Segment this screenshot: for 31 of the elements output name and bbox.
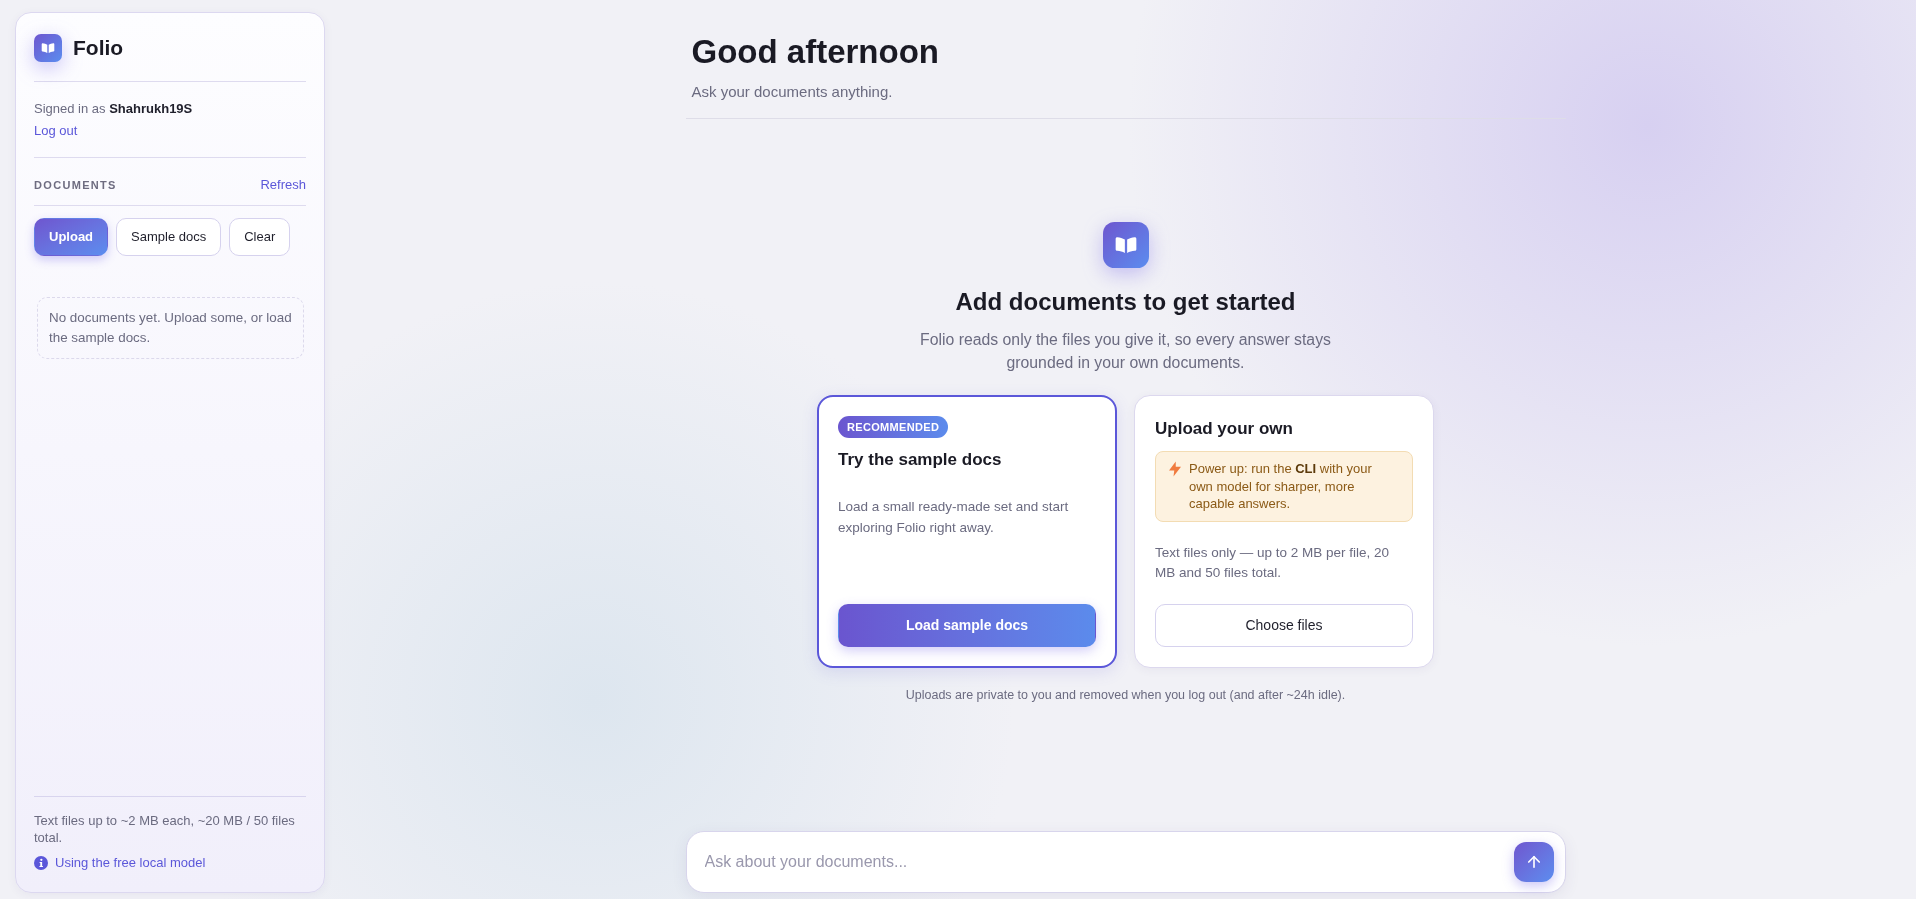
card-description: Text files only — up to 2 MB per file, 20 MB and 50 files total. <box>1155 543 1391 582</box>
sidebar-button[interactable]: Upload <box>34 218 109 256</box>
signed-in-text: Signed in as Shahrukh19S <box>34 100 194 118</box>
card-title: Try the sample docs <box>838 449 1003 471</box>
lightning-icon <box>1169 461 1181 477</box>
message-composer[interactable]: Ask about your documents... <box>685 831 1566 893</box>
card-title: Upload your own <box>1155 418 1294 440</box>
send-button[interactable] <box>1513 842 1554 882</box>
info-icon <box>34 856 48 870</box>
page-title: Good afternoon <box>691 33 940 71</box>
empty-state-title: Add documents to get started <box>955 287 1296 317</box>
tip-text: Power up: run the CLI with your own model for sharper, more capable answers. <box>1189 460 1373 513</box>
refresh-link[interactable]: Refresh <box>260 175 306 195</box>
section-title: DOCUMENTS <box>34 178 117 193</box>
empty-state-description: Folio reads only the files you give it, so every answer stays grounded in your own documents. <box>919 330 1332 373</box>
card-button[interactable]: Load sample docs <box>838 604 1096 647</box>
book-icon <box>34 34 62 62</box>
sidebar-button[interactable]: Clear <box>229 218 291 256</box>
chat-input[interactable]: Ask about your documents... <box>704 842 1504 882</box>
card-button[interactable]: Choose files <box>1155 604 1413 647</box>
empty-documents-message: No documents yet. Upload some, or load the sample docs. <box>37 297 304 359</box>
brand-name: Folio <box>73 35 124 61</box>
sidebar-button[interactable]: Sample docs <box>116 218 222 256</box>
model-link[interactable]: Using the free local model <box>34 854 306 872</box>
page-subtitle: Ask your documents anything. <box>691 82 894 102</box>
limits-note: Text files up to ~2 MB each, ~20 MB / 50 files total. <box>34 812 296 846</box>
privacy-note: Uploads are private to you and removed when you log out (and after ~24h idle). <box>905 687 1346 704</box>
recommended-badge: RECOMMENDED <box>838 416 949 438</box>
logout-link[interactable]: Log out <box>34 121 78 141</box>
card-description: Load a small ready-made set and start exploring Folio right away. <box>838 498 1070 537</box>
book-icon <box>1102 222 1149 268</box>
